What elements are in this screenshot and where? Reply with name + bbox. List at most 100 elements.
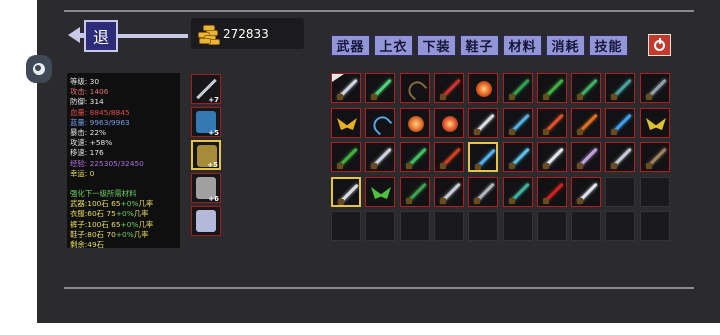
back-button[interactable]: 退 [84,20,118,52]
inventory-item[interactable] [434,142,464,172]
equip-slot-top[interactable]: +5 [191,107,221,137]
inventory-item[interactable] [468,177,498,207]
inventory-empty-slot[interactable] [537,211,567,241]
enhance-level: +7 [208,96,219,104]
gold-coins-icon [195,23,220,45]
sword-icon [369,146,392,169]
inventory-item[interactable] [503,108,533,138]
inventory-item[interactable] [400,142,430,172]
stat-value: 225305/32450 [87,158,144,168]
inventory-item[interactable] [571,142,601,172]
sword-icon [609,146,632,169]
inventory-empty-slot[interactable] [468,211,498,241]
sword-icon [575,77,598,100]
inventory-item[interactable] [400,108,430,138]
stat-row: 幸运: 0 [70,169,177,179]
sword-icon [369,77,392,100]
tab-0[interactable]: 武器 [331,35,370,56]
inventory-item[interactable] [571,73,601,103]
tab-2[interactable]: 下装 [417,35,456,56]
inventory-item[interactable] [400,73,430,103]
tab-1[interactable]: 上衣 [374,35,413,56]
flame-sword-icon [541,112,564,135]
bottom-divider [64,287,694,289]
inventory-item[interactable] [537,177,567,207]
sword-icon [404,181,427,204]
inventory-item[interactable] [365,177,395,207]
inventory-item[interactable] [468,108,498,138]
stat-label: 防御: [70,97,88,107]
inventory-item[interactable] [605,108,635,138]
inventory-item[interactable] [503,142,533,172]
inventory-empty-slot[interactable] [571,211,601,241]
flame-sword-icon [438,146,461,169]
equip-slot-bottom[interactable]: +5 [191,140,221,170]
inventory-item[interactable] [365,108,395,138]
inventory-item[interactable] [365,73,395,103]
inventory-item[interactable] [400,177,430,207]
power-icon[interactable] [648,34,671,56]
wing-ornament-icon [196,210,216,232]
inventory-item[interactable] [503,73,533,103]
inventory-empty-slot[interactable] [365,211,395,241]
inventory-item[interactable] [331,108,361,138]
sword-icon [507,77,530,100]
stat-value: 176 [87,148,104,158]
spear-icon [609,77,632,100]
inventory-item[interactable] [468,73,498,103]
inventory-empty-slot[interactable] [331,211,361,241]
sword-icon [438,77,461,100]
bow-icon [369,112,393,136]
stat-label: 攻击: [70,87,88,97]
fire-orb-icon [404,112,426,134]
inventory-empty-slot[interactable] [605,211,635,241]
inventory-empty-slot[interactable] [640,177,670,207]
inventory-item[interactable] [434,177,464,207]
inventory-empty-slot[interactable] [503,211,533,241]
sword-icon [336,182,359,205]
inventory-item[interactable] [434,73,464,103]
inventory-empty-slot[interactable] [434,211,464,241]
inventory-item[interactable] [640,142,670,172]
character-stats-panel: 等级: 30 攻击: 1406 防御: 314 血量: 8845/8845 蓝量: 99… [67,73,180,249]
stat-value: 8845/8845 [87,107,130,117]
inventory-item[interactable] [537,73,567,103]
inventory-item[interactable] [434,108,464,138]
enhance-title: 强化下一级所需材料 [70,189,137,199]
floating-assistant-icon[interactable] [26,55,52,83]
sword-icon [507,181,530,204]
inventory-item[interactable] [331,142,361,172]
inventory-item[interactable] [640,108,670,138]
inventory-item[interactable] [503,177,533,207]
inventory-item[interactable] [331,73,361,103]
inventory-item[interactable] [537,108,567,138]
tab-4[interactable]: 材料 [503,35,542,56]
stat-label: 移速: [70,148,88,158]
inventory-empty-slot[interactable] [640,211,670,241]
equip-slot-weapon[interactable]: +7 [191,74,221,104]
inventory-empty-slot[interactable] [400,211,430,241]
equip-slot-accessory[interactable] [191,206,221,236]
tab-6[interactable]: 技能 [589,35,628,56]
inventory-item[interactable] [640,73,670,103]
stat-value: 30 [87,77,100,86]
inventory-item[interactable] [365,142,395,172]
inventory-item[interactable] [605,142,635,172]
inventory-item[interactable] [571,108,601,138]
stat-row: 攻速: +58% [70,138,177,148]
axe-icon [644,77,667,100]
tab-3[interactable]: 鞋子 [460,35,499,56]
stat-row: 暴击: 22% [70,128,177,138]
inventory-item[interactable] [331,177,361,207]
flame-sword-icon [575,112,598,135]
stat-label: 经验: [70,158,88,168]
inventory-item[interactable] [537,142,567,172]
inventory-item[interactable] [571,177,601,207]
enhance-level: +5 [207,161,218,169]
tab-5[interactable]: 消耗 [546,35,585,56]
inventory-item[interactable] [605,73,635,103]
sword-icon [575,181,598,204]
equip-slot-shoes[interactable]: +6 [191,173,221,203]
inventory-empty-slot[interactable] [605,177,635,207]
inventory-item[interactable] [468,142,498,172]
